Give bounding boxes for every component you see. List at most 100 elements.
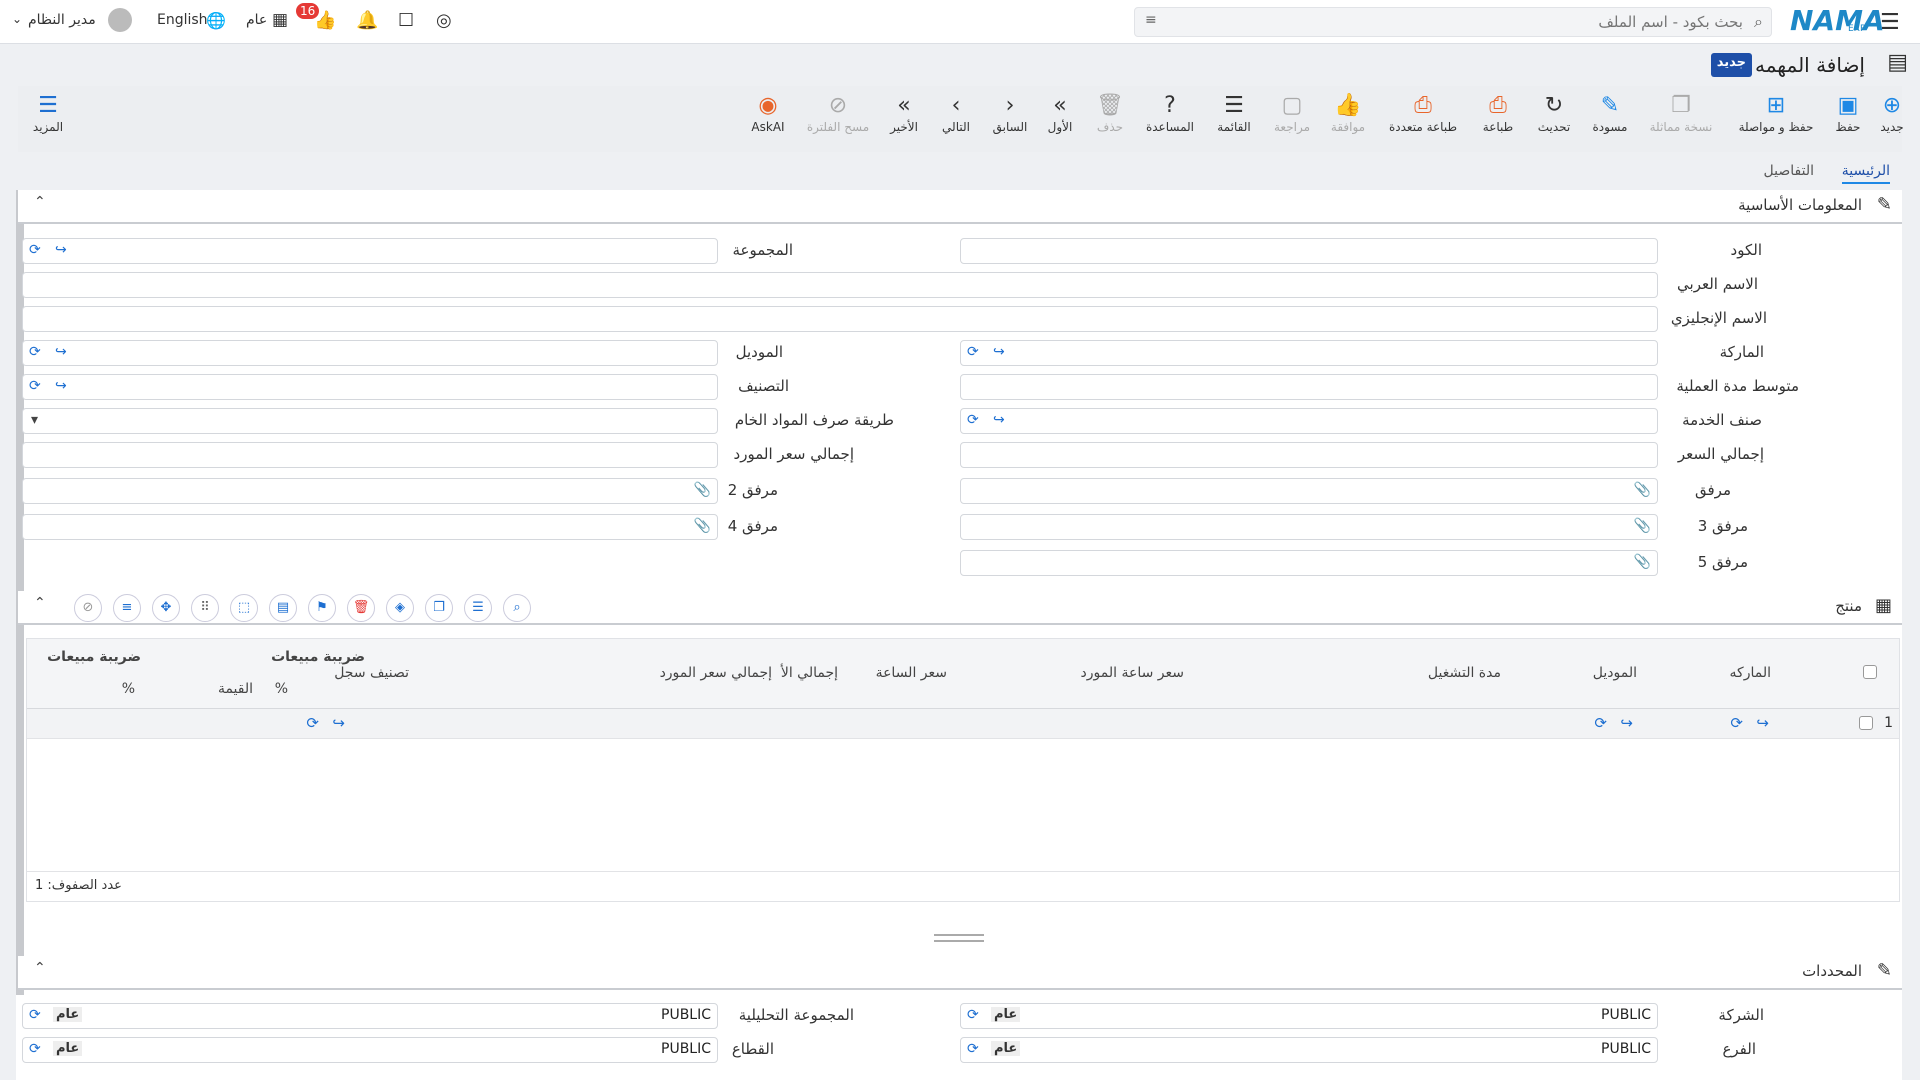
lookup-icon[interactable]: ⟳ — [1730, 714, 1743, 732]
open-link-icon[interactable]: ↪ — [1620, 714, 1633, 732]
total-supplier-price-field[interactable] — [22, 442, 718, 468]
duplicate-button[interactable]: ❐ نسخة مماثلة — [1636, 92, 1726, 134]
lookup-icon[interactable]: ⟳ — [29, 344, 41, 360]
collapse-icon[interactable]: ⌃ — [34, 194, 46, 210]
chat-icon[interactable]: ☐ — [398, 10, 414, 31]
paperclip-icon[interactable]: 📎 — [1634, 482, 1651, 498]
filter-icon[interactable]: ≡ — [113, 594, 141, 622]
avatar[interactable] — [108, 8, 132, 32]
last-button[interactable]: «الأخير — [874, 92, 934, 134]
run-icon[interactable]: ⚑ — [308, 594, 336, 622]
attachment5-field[interactable]: 📎 — [960, 550, 1658, 576]
dimensions-header[interactable]: ✎ المحددات ⌃ — [18, 956, 1902, 990]
brand-field[interactable]: ⟳ ↪ — [960, 340, 1658, 366]
copy-icon[interactable]: ❐ — [425, 594, 453, 622]
lookup-icon[interactable]: ⟳ — [29, 1007, 41, 1023]
language-switch[interactable]: English — [157, 12, 208, 28]
search-icon[interactable]: ⌕ — [1754, 12, 1763, 32]
search-input[interactable] — [1175, 11, 1743, 33]
lookup-icon[interactable]: ⟳ — [967, 412, 979, 428]
basic-info-header[interactable]: ✎ المعلومات الأساسية ⌃ — [18, 190, 1902, 224]
collapse-icon[interactable]: ⌃ — [34, 595, 46, 611]
refresh-button[interactable]: ↻ تحديث — [1524, 92, 1584, 134]
globe-icon[interactable]: 🌐 — [206, 11, 226, 30]
open-link-icon[interactable]: ↪ — [993, 412, 1005, 428]
lookup-icon[interactable]: ⟳ — [306, 714, 319, 732]
dropdown-arrow-icon[interactable]: ▾ — [31, 412, 38, 428]
attachment2-field[interactable]: 📎 — [22, 478, 718, 504]
more-button[interactable]: ☰ المزيد — [18, 92, 78, 134]
open-link-icon[interactable]: ↪ — [332, 714, 345, 732]
avg-duration-field[interactable] — [960, 374, 1658, 400]
col-total-short[interactable]: إجمالي الأ — [781, 665, 838, 681]
fit-columns-icon[interactable]: ⬚ — [230, 594, 258, 622]
review-button[interactable]: ▢ مراجعة — [1262, 92, 1322, 134]
chevron-down-icon[interactable]: ⌄ — [12, 12, 22, 26]
branch-field[interactable]: PUBLIC عام ⟳ — [960, 1037, 1658, 1063]
previous-button[interactable]: › السابق — [980, 92, 1040, 134]
nama-logo[interactable]: NAMA — [1790, 4, 1885, 37]
search-box[interactable]: ⌕ ≡ — [1134, 7, 1772, 37]
attachment4-field[interactable]: 📎 — [22, 514, 718, 540]
askai-button[interactable]: ◉ AskAI — [738, 92, 798, 134]
layers-icon[interactable]: ◈ — [386, 594, 414, 622]
company-field[interactable]: PUBLIC عام ⟳ — [960, 1003, 1658, 1029]
lookup-icon[interactable]: ⟳ — [967, 1007, 979, 1023]
col-percent[interactable]: % — [275, 681, 288, 697]
list-button[interactable]: ☰ القائمة — [1204, 92, 1264, 134]
multi-print-button[interactable]: ⎙ طباعة متعددة — [1378, 92, 1468, 134]
table-row[interactable]: 1 ↪ ⟳ ↪ ⟳ ↪ ⟳ — [27, 709, 1899, 739]
delete-icon[interactable]: 🗑 — [347, 594, 375, 622]
dots-grid-icon[interactable]: ⠿ — [191, 594, 219, 622]
filter-icon[interactable]: ≡ — [1145, 12, 1157, 28]
row-checkbox[interactable] — [1859, 716, 1873, 730]
attachment-field[interactable]: 📎 — [960, 478, 1658, 504]
table-icon[interactable]: ▤ — [269, 594, 297, 622]
col-run-duration[interactable]: مدة التشغيل — [1428, 665, 1501, 681]
group-field[interactable]: ⟳ ↪ — [22, 238, 718, 264]
model-field[interactable]: ⟳ ↪ — [22, 340, 718, 366]
col-sales-tax[interactable]: ضريبة مبيعات — [271, 649, 365, 665]
collapse-icon[interactable]: ⌃ — [34, 960, 46, 976]
paperclip-icon[interactable]: 📎 — [694, 518, 711, 534]
company-icon[interactable]: ▦ — [272, 10, 288, 30]
col-model[interactable]: الموديل — [1593, 665, 1637, 681]
raw-material-method-select[interactable]: ▾ — [22, 408, 718, 434]
search-grid-icon[interactable]: ⌕ — [503, 594, 531, 622]
clear-filter-icon[interactable]: ⊘ — [74, 594, 102, 622]
code-field[interactable] — [960, 238, 1658, 264]
col-record-class[interactable]: تصنيف سجل — [334, 665, 409, 681]
open-link-icon[interactable]: ↪ — [1756, 714, 1769, 732]
open-link-icon[interactable]: ↪ — [55, 344, 67, 360]
clear-filter-button[interactable]: ⊘ مسح الفلترة — [798, 92, 878, 134]
user-name[interactable]: مدير النظام — [28, 12, 96, 28]
bell-icon[interactable]: 🔔 — [356, 10, 378, 31]
classification-field[interactable]: ⟳ ↪ — [22, 374, 718, 400]
tab-main[interactable]: الرئيسية — [1841, 163, 1890, 184]
total-price-field[interactable] — [960, 442, 1658, 468]
draft-button[interactable]: ✎ مسودة — [1580, 92, 1640, 134]
select-all-checkbox[interactable] — [1863, 665, 1877, 679]
attachment3-field[interactable]: 📎 — [960, 514, 1658, 540]
col-sales-tax-2[interactable]: ضريبة مبيعات — [47, 649, 141, 665]
lookup-icon[interactable]: ⟳ — [967, 1041, 979, 1057]
sector-field[interactable]: PUBLIC عام ⟳ — [22, 1037, 718, 1063]
product-header[interactable]: ▦ منتج ⌃ — [18, 591, 1902, 625]
resize-handle[interactable] — [934, 934, 984, 942]
save-continue-button[interactable]: ⊞ حفظ و مواصلة — [1726, 92, 1826, 134]
lookup-icon[interactable]: ⟳ — [967, 344, 979, 360]
scope-label[interactable]: عام — [246, 12, 267, 28]
arabic-name-field[interactable] — [22, 272, 1658, 298]
add-row-icon[interactable]: ☰ — [464, 594, 492, 622]
english-name-field[interactable] — [22, 306, 1658, 332]
lookup-icon[interactable]: ⟳ — [1594, 714, 1607, 732]
service-class-field[interactable]: ⟳ ↪ — [960, 408, 1658, 434]
col-brand[interactable]: الماركه — [1730, 665, 1771, 681]
analytic-group-field[interactable]: PUBLIC عام ⟳ — [22, 1003, 718, 1029]
open-link-icon[interactable]: ↪ — [993, 344, 1005, 360]
paperclip-icon[interactable]: 📎 — [1634, 518, 1651, 534]
col-hour-price[interactable]: سعر الساعة — [876, 665, 947, 681]
next-button[interactable]: ‹ التالي — [926, 92, 986, 134]
help-button[interactable]: ? المساعدة — [1140, 92, 1200, 134]
col-total-supplier-price[interactable]: إجمالي سعر المورد — [660, 665, 772, 681]
